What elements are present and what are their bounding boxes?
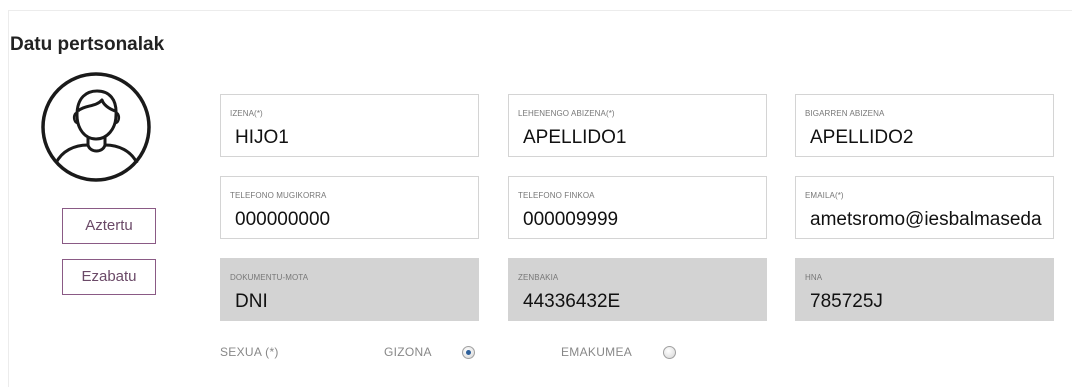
- panel-top-border: [8, 10, 1072, 11]
- sex-label: SEXUA (*): [220, 345, 279, 359]
- delete-button[interactable]: Ezabatu: [62, 259, 156, 295]
- personal-data-panel: Datu pertsonalak Aztertu Ezabatu IZENA(*…: [0, 0, 1075, 387]
- mobile-phone-field-label: TELEFONO MUGIKORRA: [230, 191, 327, 200]
- name-field-value[interactable]: HIJO1: [235, 127, 474, 149]
- document-number-field: ZENBAKIA 44336432E: [508, 258, 767, 321]
- sex-radio-male[interactable]: [462, 346, 475, 359]
- user-avatar-icon: [41, 72, 151, 182]
- name-field-label: IZENA(*): [230, 109, 263, 118]
- hna-field-label: HNA: [805, 273, 823, 282]
- sex-option-female-label[interactable]: EMAKUMEA: [561, 345, 632, 359]
- document-number-field-value: 44336432E: [523, 291, 621, 312]
- document-number-field-label: ZENBAKIA: [518, 273, 559, 282]
- name-field[interactable]: IZENA(*) HIJO1: [220, 94, 479, 157]
- email-field[interactable]: EMAILA(*) ametsromo@iesbalmaseda: [795, 176, 1054, 239]
- hna-field-value: 785725J: [810, 291, 883, 312]
- first-surname-field[interactable]: LEHENENGO ABIZENA(*) APELLIDO1: [508, 94, 767, 157]
- hna-field: HNA 785725J: [795, 258, 1054, 321]
- second-surname-field-value[interactable]: APELLIDO2: [810, 127, 1049, 149]
- landline-phone-field-value[interactable]: 000009999: [523, 209, 762, 231]
- landline-phone-field-label: TELEFONO FINKOA: [518, 191, 595, 200]
- document-type-field: DOKUMENTU-MOTA DNI: [220, 258, 479, 321]
- section-title: Datu pertsonalak: [10, 34, 165, 55]
- panel-left-border: [8, 10, 9, 387]
- mobile-phone-field-value[interactable]: 000000000: [235, 209, 474, 231]
- sex-option-male-label[interactable]: GIZONA: [384, 345, 432, 359]
- analyze-button[interactable]: Aztertu: [62, 208, 156, 244]
- mobile-phone-field[interactable]: TELEFONO MUGIKORRA 000000000: [220, 176, 479, 239]
- first-surname-field-value[interactable]: APELLIDO1: [523, 127, 762, 149]
- second-surname-field-label: BIGARREN ABIZENA: [805, 109, 885, 118]
- second-surname-field[interactable]: BIGARREN ABIZENA APELLIDO2: [795, 94, 1054, 157]
- email-field-value[interactable]: ametsromo@iesbalmaseda: [810, 209, 1049, 231]
- document-type-field-value: DNI: [235, 291, 268, 312]
- email-field-label: EMAILA(*): [805, 191, 844, 200]
- sex-radio-female[interactable]: [663, 346, 676, 359]
- first-surname-field-label: LEHENENGO ABIZENA(*): [518, 109, 615, 118]
- landline-phone-field[interactable]: TELEFONO FINKOA 000009999: [508, 176, 767, 239]
- document-type-field-label: DOKUMENTU-MOTA: [230, 273, 309, 282]
